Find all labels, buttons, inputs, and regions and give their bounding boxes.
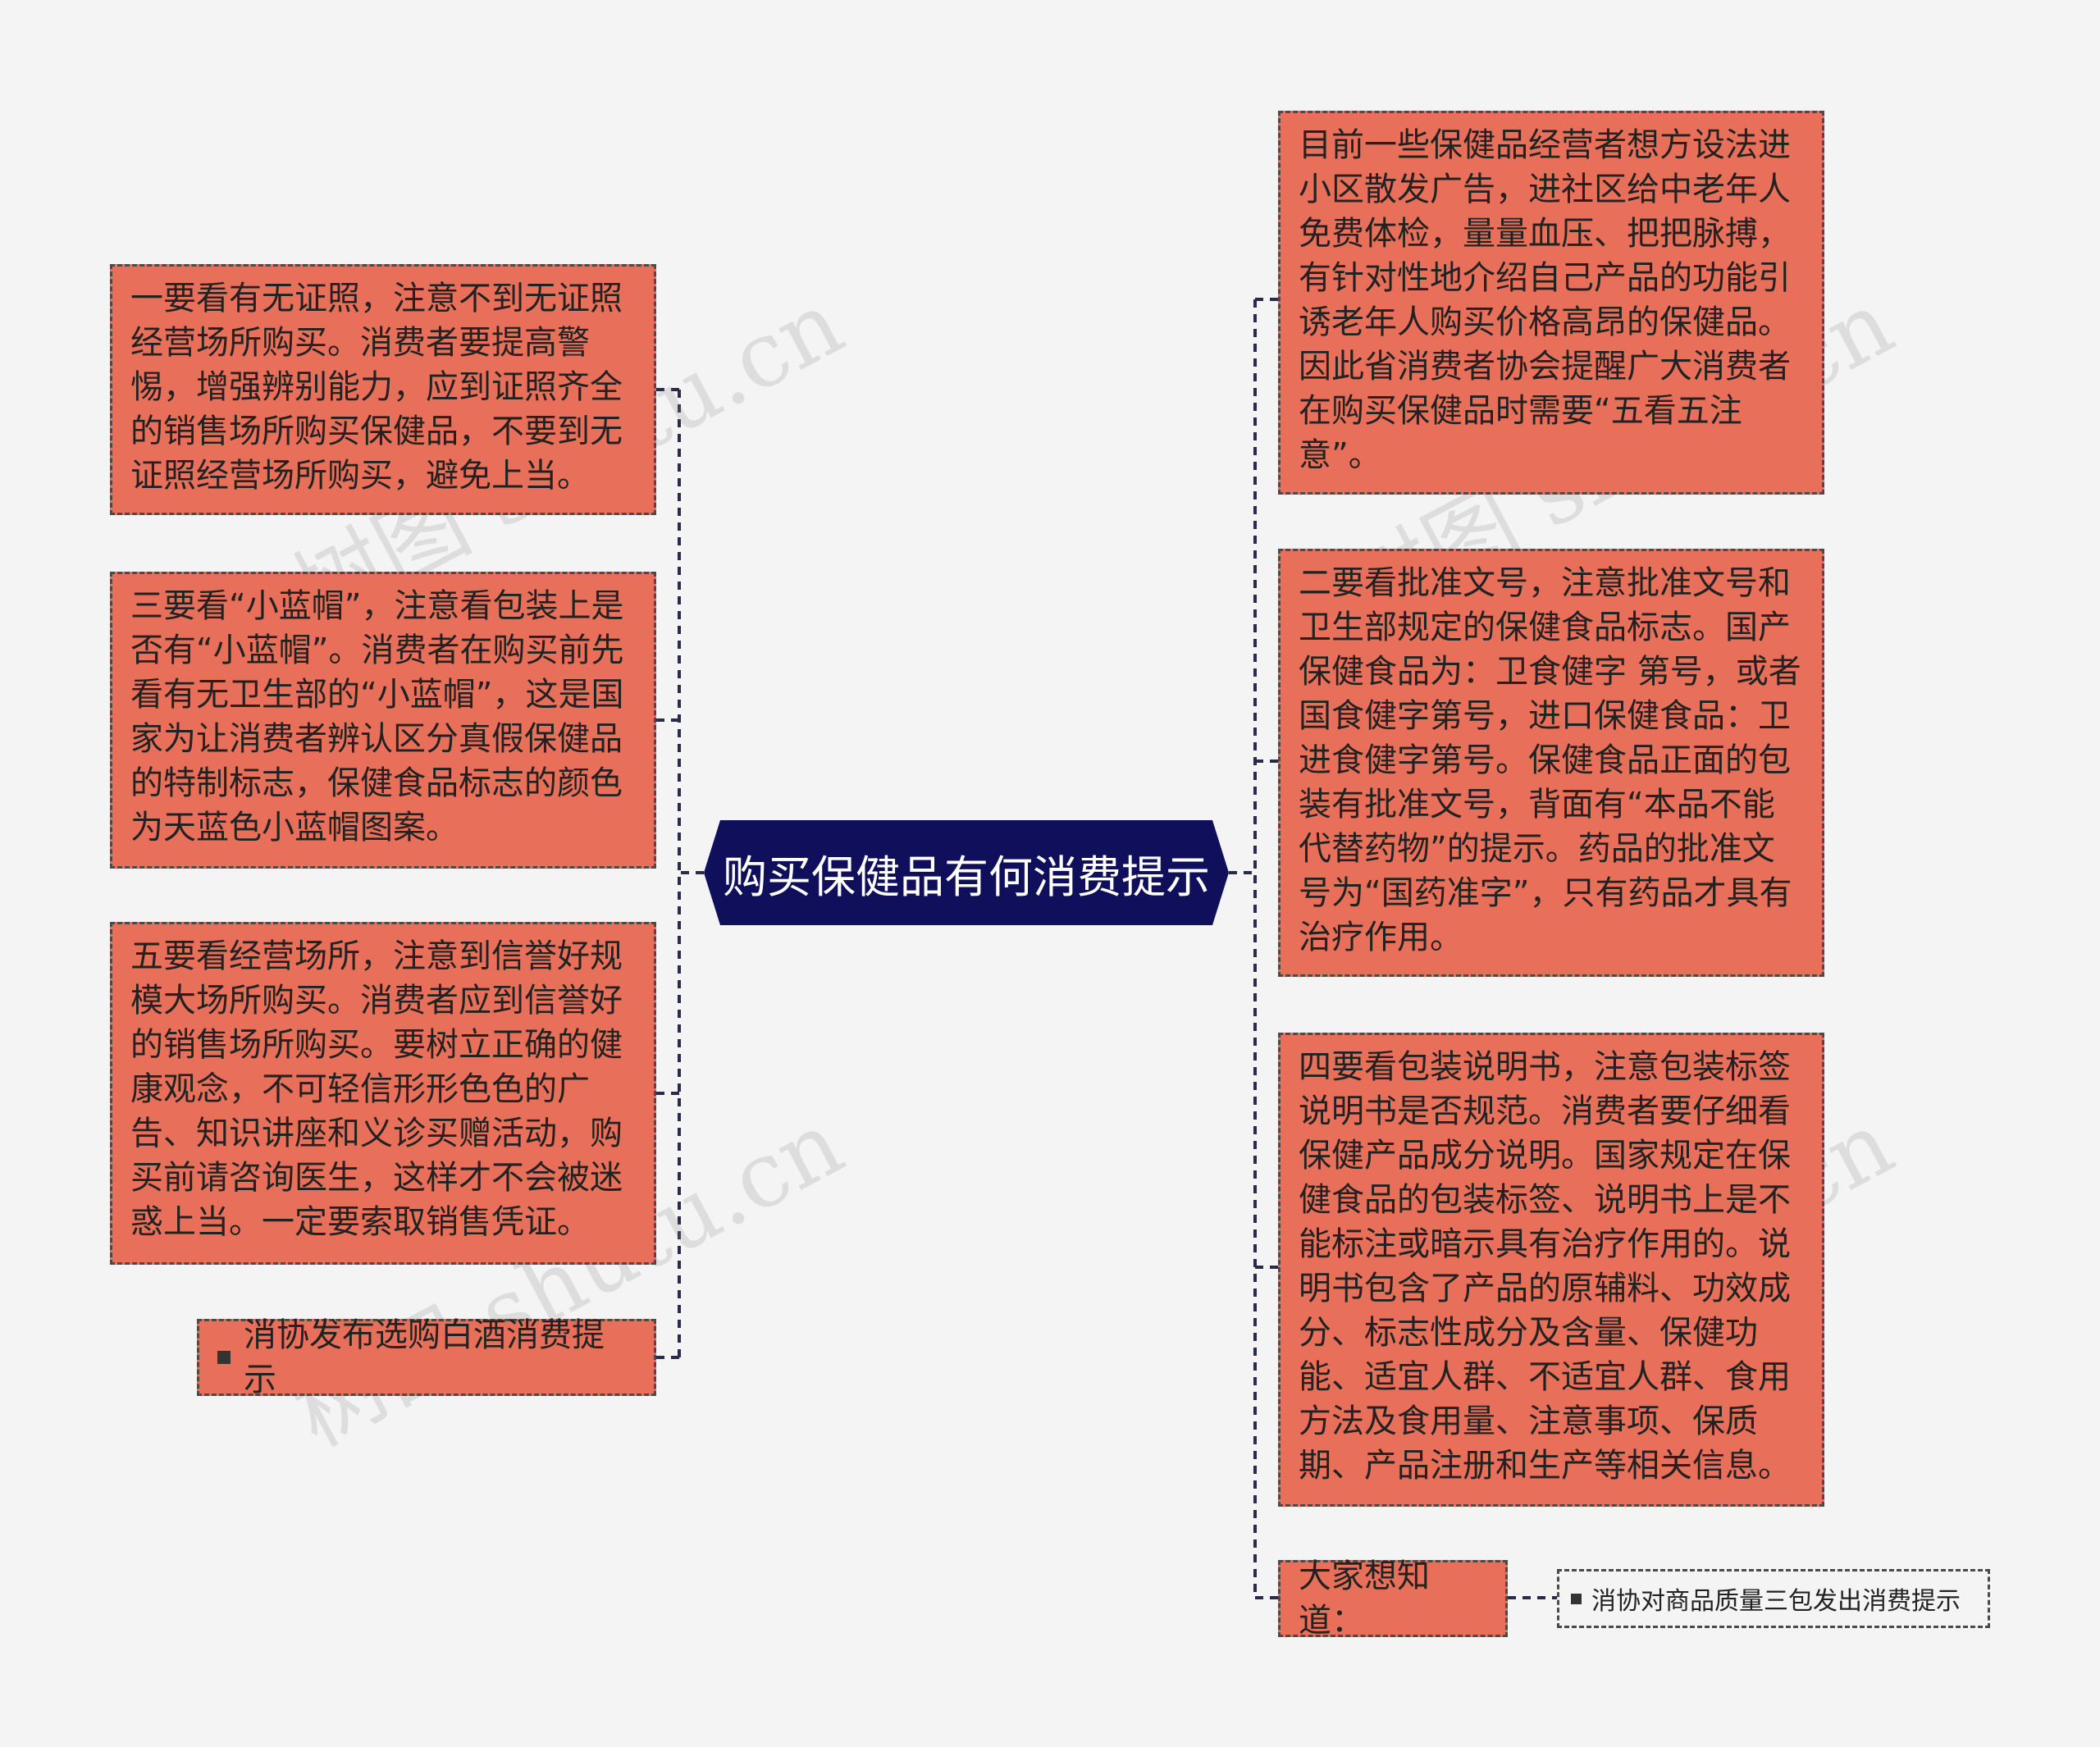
- bullet-icon: [1571, 1593, 1582, 1604]
- central-topic[interactable]: 购买保健品有何消费提示: [704, 820, 1229, 925]
- node-text: 目前一些保健品经营者想方设法进小区散发广告，进社区给中老年人免费体检，量量血压、…: [1299, 126, 1791, 474]
- left-node-2[interactable]: 三要看“小蓝帽”，注意看包装上是否有“小蓝帽”。消费者在购买前先看有无卫生部的“…: [110, 572, 656, 869]
- node-text: 五要看经营场所，注意到信誉好规模大场所购买。消费者应到信誉好的销售场所购买。要树…: [130, 937, 623, 1241]
- central-topic-label: 购买保健品有何消费提示: [723, 851, 1210, 903]
- node-text: 三要看“小蓝帽”，注意看包装上是否有“小蓝帽”。消费者在购买前先看有无卫生部的“…: [130, 587, 624, 846]
- right-node-related-header[interactable]: 大家想知道：: [1278, 1558, 1508, 1640]
- node-text: 一要看有无证照，注意不到无证照经营场所购买。消费者要提高警惕，增强辨别能力，应到…: [130, 280, 623, 495]
- node-text: 四要看包装说明书，注意包装标签说明书是否规范。消费者要仔细看保健产品成分说明。国…: [1299, 1048, 1791, 1485]
- related-link[interactable]: 消协对商品质量三包发出消费提示: [1557, 1569, 1990, 1628]
- right-node-1[interactable]: 目前一些保健品经营者想方设法进小区散发广告，进社区给中老年人免费体检，量量血压、…: [1278, 111, 1824, 495]
- node-text: 消协发布选购白酒消费提示: [244, 1316, 605, 1398]
- node-text: 二要看批准文号，注意批准文号和卫生部规定的保健食品标志。国产保健食品为：卫食健字…: [1299, 564, 1801, 956]
- node-text: 大家想知道：: [1299, 1558, 1430, 1640]
- related-link-label: 消协对商品质量三包发出消费提示: [1591, 1587, 1961, 1616]
- right-node-2[interactable]: 二要看批准文号，注意批准文号和卫生部规定的保健食品标志。国产保健食品为：卫食健字…: [1278, 549, 1824, 977]
- bullet-icon: [217, 1351, 231, 1364]
- left-node-1[interactable]: 一要看有无证照，注意不到无证照经营场所购买。消费者要提高警惕，增强辨别能力，应到…: [110, 264, 656, 515]
- left-node-link[interactable]: 消协发布选购白酒消费提示: [197, 1316, 656, 1398]
- mind-map: 树图 shutu.cn 树图 shutu.cn 树图 shutu.cn 树图 s…: [0, 0, 2100, 1747]
- left-node-3[interactable]: 五要看经营场所，注意到信誉好规模大场所购买。消费者应到信誉好的销售场所购买。要树…: [110, 922, 656, 1265]
- right-node-3[interactable]: 四要看包装说明书，注意包装标签说明书是否规范。消费者要仔细看保健产品成分说明。国…: [1278, 1033, 1824, 1507]
